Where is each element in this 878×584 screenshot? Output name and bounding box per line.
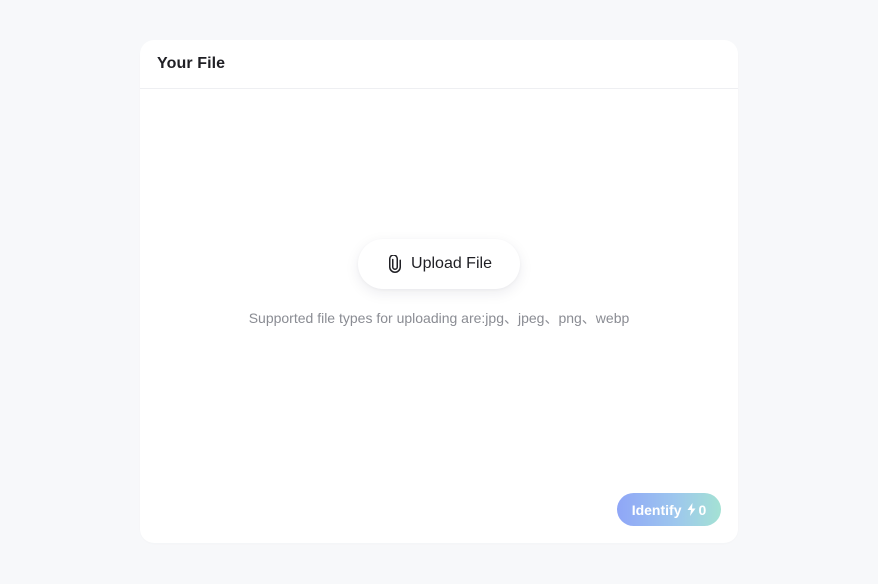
lightning-bolt-icon (687, 503, 696, 516)
identify-button[interactable]: Identify 0 (617, 493, 721, 526)
identify-label: Identify (631, 501, 682, 518)
file-card: Your File Upload File Supported file typ… (140, 40, 738, 543)
card-title: Your File (157, 55, 226, 72)
upload-file-label: Upload File (411, 255, 492, 272)
card-header: Your File (140, 40, 738, 89)
credit-count: 0 (698, 501, 707, 518)
supported-file-types-text: Supported file types for uploading are:j… (248, 310, 630, 326)
paperclip-icon (386, 255, 404, 273)
upload-file-button[interactable]: Upload File (358, 239, 520, 289)
